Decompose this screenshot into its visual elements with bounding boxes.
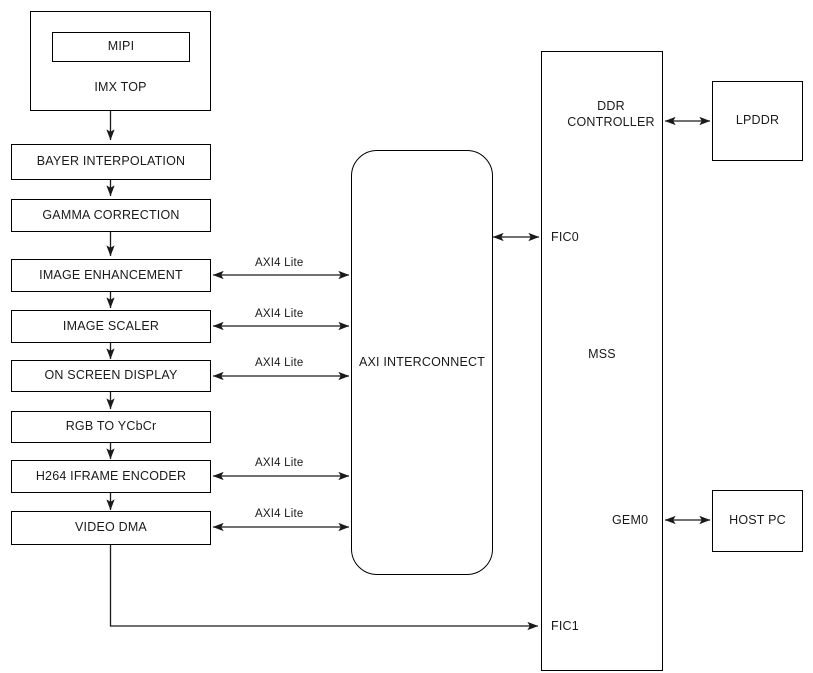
block-h264-iframe-encoder[interactable]: H264 IFRAME ENCODER: [11, 460, 211, 493]
block-bayer-interpolation-label: BAYER INTERPOLATION: [36, 154, 186, 169]
block-rgb-to-ycbcr-label: RGB TO YCbCr: [65, 419, 157, 434]
block-host-pc[interactable]: HOST PC: [712, 490, 803, 552]
block-on-screen-display[interactable]: ON SCREEN DISPLAY: [11, 360, 211, 392]
edge-label-axi4lite-h264: AXI4 Lite: [255, 457, 304, 469]
block-lpddr[interactable]: LPDDR: [712, 81, 803, 161]
block-image-enhancement-label: IMAGE ENHANCEMENT: [39, 267, 183, 282]
port-fic0-label: FIC0: [551, 230, 579, 244]
block-image-scaler-label: IMAGE SCALER: [62, 318, 160, 333]
port-ddr-controller-label: DDR CONTROLLER: [567, 99, 655, 129]
block-rgb-to-ycbcr[interactable]: RGB TO YCbCr: [11, 411, 211, 443]
edge-label-axi4lite-enhance: AXI4 Lite: [255, 257, 304, 269]
block-gamma-correction-label: GAMMA CORRECTION: [42, 207, 180, 222]
block-h264-iframe-encoder-label: H264 IFRAME ENCODER: [35, 468, 187, 483]
block-host-pc-label: HOST PC: [729, 513, 786, 528]
edge-label-axi4lite-vdma: AXI4 Lite: [255, 508, 304, 520]
block-mss-label: MSS: [588, 347, 616, 361]
block-mipi[interactable]: MIPI: [52, 32, 190, 62]
port-fic1-label: FIC1: [551, 619, 579, 633]
block-on-screen-display-label: ON SCREEN DISPLAY: [44, 368, 178, 383]
port-gem0-label: GEM0: [612, 513, 649, 527]
edge-label-axi4lite-scaler: AXI4 Lite: [255, 308, 304, 320]
block-diagram-canvas: IMX TOP MIPI BAYER INTERPOLATION GAMMA C…: [0, 0, 813, 673]
block-image-enhancement[interactable]: IMAGE ENHANCEMENT: [11, 259, 211, 292]
block-lpddr-label: LPDDR: [735, 113, 780, 128]
block-video-dma[interactable]: VIDEO DMA: [11, 511, 211, 545]
block-image-scaler[interactable]: IMAGE SCALER: [11, 310, 211, 343]
block-axi-interconnect-label: AXI INTERCONNECT: [358, 354, 486, 369]
block-video-dma-label: VIDEO DMA: [75, 520, 147, 535]
block-imx-top-label: IMX TOP: [94, 80, 147, 95]
block-bayer-interpolation[interactable]: BAYER INTERPOLATION: [11, 144, 211, 180]
block-gamma-correction[interactable]: GAMMA CORRECTION: [11, 199, 211, 232]
block-axi-interconnect[interactable]: AXI INTERCONNECT: [351, 150, 493, 575]
block-mipi-label: MIPI: [107, 39, 135, 54]
edge-label-axi4lite-osd: AXI4 Lite: [255, 357, 304, 369]
